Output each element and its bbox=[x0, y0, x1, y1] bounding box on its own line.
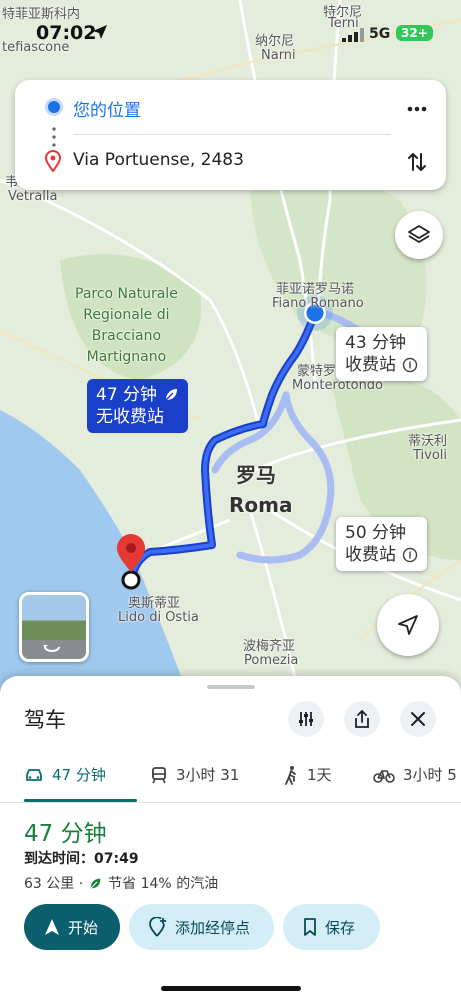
route-options-button[interactable] bbox=[288, 701, 324, 737]
leaf-icon bbox=[165, 389, 178, 401]
route-callout-alt[interactable]: 50 分钟 收费站 bbox=[336, 517, 427, 571]
route-toll-info: 无收费站 bbox=[96, 407, 164, 427]
navigate-icon bbox=[45, 919, 59, 935]
origin-row[interactable]: 您的位置 bbox=[15, 82, 446, 132]
origin-dot-icon bbox=[48, 101, 60, 113]
map-label: Pomezia bbox=[244, 653, 299, 668]
route-callout-selected[interactable]: 47 分钟 无收费站 bbox=[87, 379, 189, 433]
start-label: 开始 bbox=[68, 918, 99, 937]
travel-mode-tabs: 47 分钟 3小时 31 1天 3小时 5 bbox=[0, 758, 461, 803]
map-label: 罗马 bbox=[236, 463, 276, 487]
map-label: Narni bbox=[261, 48, 296, 63]
tab-transit[interactable]: 3小时 31 bbox=[150, 764, 239, 785]
add-location-icon bbox=[149, 917, 166, 937]
home-indicator[interactable] bbox=[161, 986, 301, 991]
bottom-sheet: 驾车 47 分钟 3小时 31 1天 3小时 5 47 分钟 到达时间：07:4… bbox=[0, 676, 461, 1000]
close-button[interactable] bbox=[400, 701, 436, 737]
status-bar: 07:02 5G 32+ bbox=[0, 0, 461, 48]
divider bbox=[73, 134, 391, 135]
map-label: 奥斯蒂亚 bbox=[128, 596, 181, 611]
share-button[interactable] bbox=[344, 701, 380, 737]
route-duration: 43 分钟 bbox=[345, 333, 407, 353]
status-time: 07:02 bbox=[36, 22, 97, 44]
bike-icon bbox=[373, 769, 395, 783]
street-view-thumbnail[interactable] bbox=[19, 592, 89, 662]
street-view-rotate-icon bbox=[43, 645, 60, 652]
add-stop-label: 添加经停点 bbox=[175, 918, 251, 937]
directions-card: 您的位置 Via Portuense, 2483 bbox=[15, 80, 446, 190]
route-toll-info: 收费站 bbox=[345, 545, 396, 565]
destination-row[interactable]: Via Portuense, 2483 bbox=[15, 136, 446, 186]
close-icon bbox=[411, 712, 425, 726]
map-label: Tivoli bbox=[413, 448, 448, 463]
recenter-button[interactable] bbox=[377, 594, 439, 656]
origin-text: 您的位置 bbox=[73, 101, 141, 121]
save-label: 保存 bbox=[325, 918, 356, 937]
eco-leaf-icon bbox=[90, 878, 101, 889]
tab-label: 1天 bbox=[307, 766, 332, 784]
park-label: Parco Naturale Regionale di Bracciano Ma… bbox=[75, 286, 178, 365]
tab-driving[interactable]: 47 分钟 bbox=[24, 764, 106, 785]
start-button[interactable]: 开始 bbox=[24, 904, 120, 950]
signal-icon bbox=[342, 28, 364, 42]
car-icon bbox=[26, 768, 42, 781]
map-label: 蒙特罗 bbox=[297, 364, 337, 379]
map-label: Vetralla bbox=[8, 189, 58, 204]
route-duration: 47 分钟 bbox=[96, 385, 158, 405]
destination-pin-icon bbox=[45, 150, 61, 172]
drag-handle[interactable] bbox=[207, 685, 255, 689]
save-button[interactable]: 保存 bbox=[283, 904, 380, 950]
add-stop-button[interactable]: 添加经停点 bbox=[129, 904, 274, 950]
map-label: Lido di Ostia bbox=[118, 610, 199, 625]
trip-details: 63 公里 · 节省 14% 的汽油 bbox=[24, 873, 218, 893]
walk-icon bbox=[285, 765, 296, 785]
tune-icon bbox=[299, 712, 313, 726]
map-label: Fiano Romano bbox=[272, 296, 364, 311]
tab-walking[interactable]: 1天 bbox=[283, 764, 332, 785]
trip-distance: 63 公里 · bbox=[24, 876, 84, 892]
route-callout-alt[interactable]: 43 分钟 收费站 bbox=[336, 327, 427, 381]
active-tab-indicator bbox=[24, 799, 137, 802]
sheet-title: 驾车 bbox=[24, 708, 66, 732]
share-icon bbox=[355, 710, 369, 728]
transit-icon bbox=[152, 766, 166, 783]
tab-label: 3小时 31 bbox=[176, 766, 240, 784]
tab-cycling[interactable]: 3小时 5 bbox=[373, 764, 457, 785]
map-label: 波梅齐亚 bbox=[243, 639, 296, 654]
route-duration: 50 分钟 bbox=[345, 523, 407, 543]
tab-label: 47 分钟 bbox=[52, 766, 106, 784]
map-label: Roma bbox=[229, 493, 293, 517]
tab-label: 3小时 5 bbox=[403, 766, 457, 784]
toll-icon bbox=[402, 357, 418, 373]
map-label: 蒂沃利 bbox=[408, 434, 448, 449]
arrival-time: 到达时间：07:49 bbox=[24, 851, 139, 867]
navigation-arrow-icon bbox=[398, 615, 418, 635]
battery-indicator: 32+ bbox=[396, 25, 433, 41]
more-options-icon[interactable] bbox=[406, 98, 428, 120]
fuel-savings: 节省 14% 的汽油 bbox=[108, 876, 219, 892]
location-arrow-icon bbox=[93, 25, 107, 39]
swap-icon[interactable] bbox=[406, 150, 428, 174]
layers-button[interactable] bbox=[395, 211, 443, 259]
trip-duration: 47 分钟 bbox=[24, 821, 107, 847]
map-label: 菲亚诺罗马诺 bbox=[276, 282, 355, 297]
network-type: 5G bbox=[369, 26, 391, 42]
bookmark-icon bbox=[304, 918, 316, 936]
layers-icon bbox=[408, 225, 430, 243]
destination-text: Via Portuense, 2483 bbox=[73, 150, 244, 170]
toll-icon bbox=[402, 547, 418, 563]
route-toll-info: 收费站 bbox=[345, 355, 396, 375]
